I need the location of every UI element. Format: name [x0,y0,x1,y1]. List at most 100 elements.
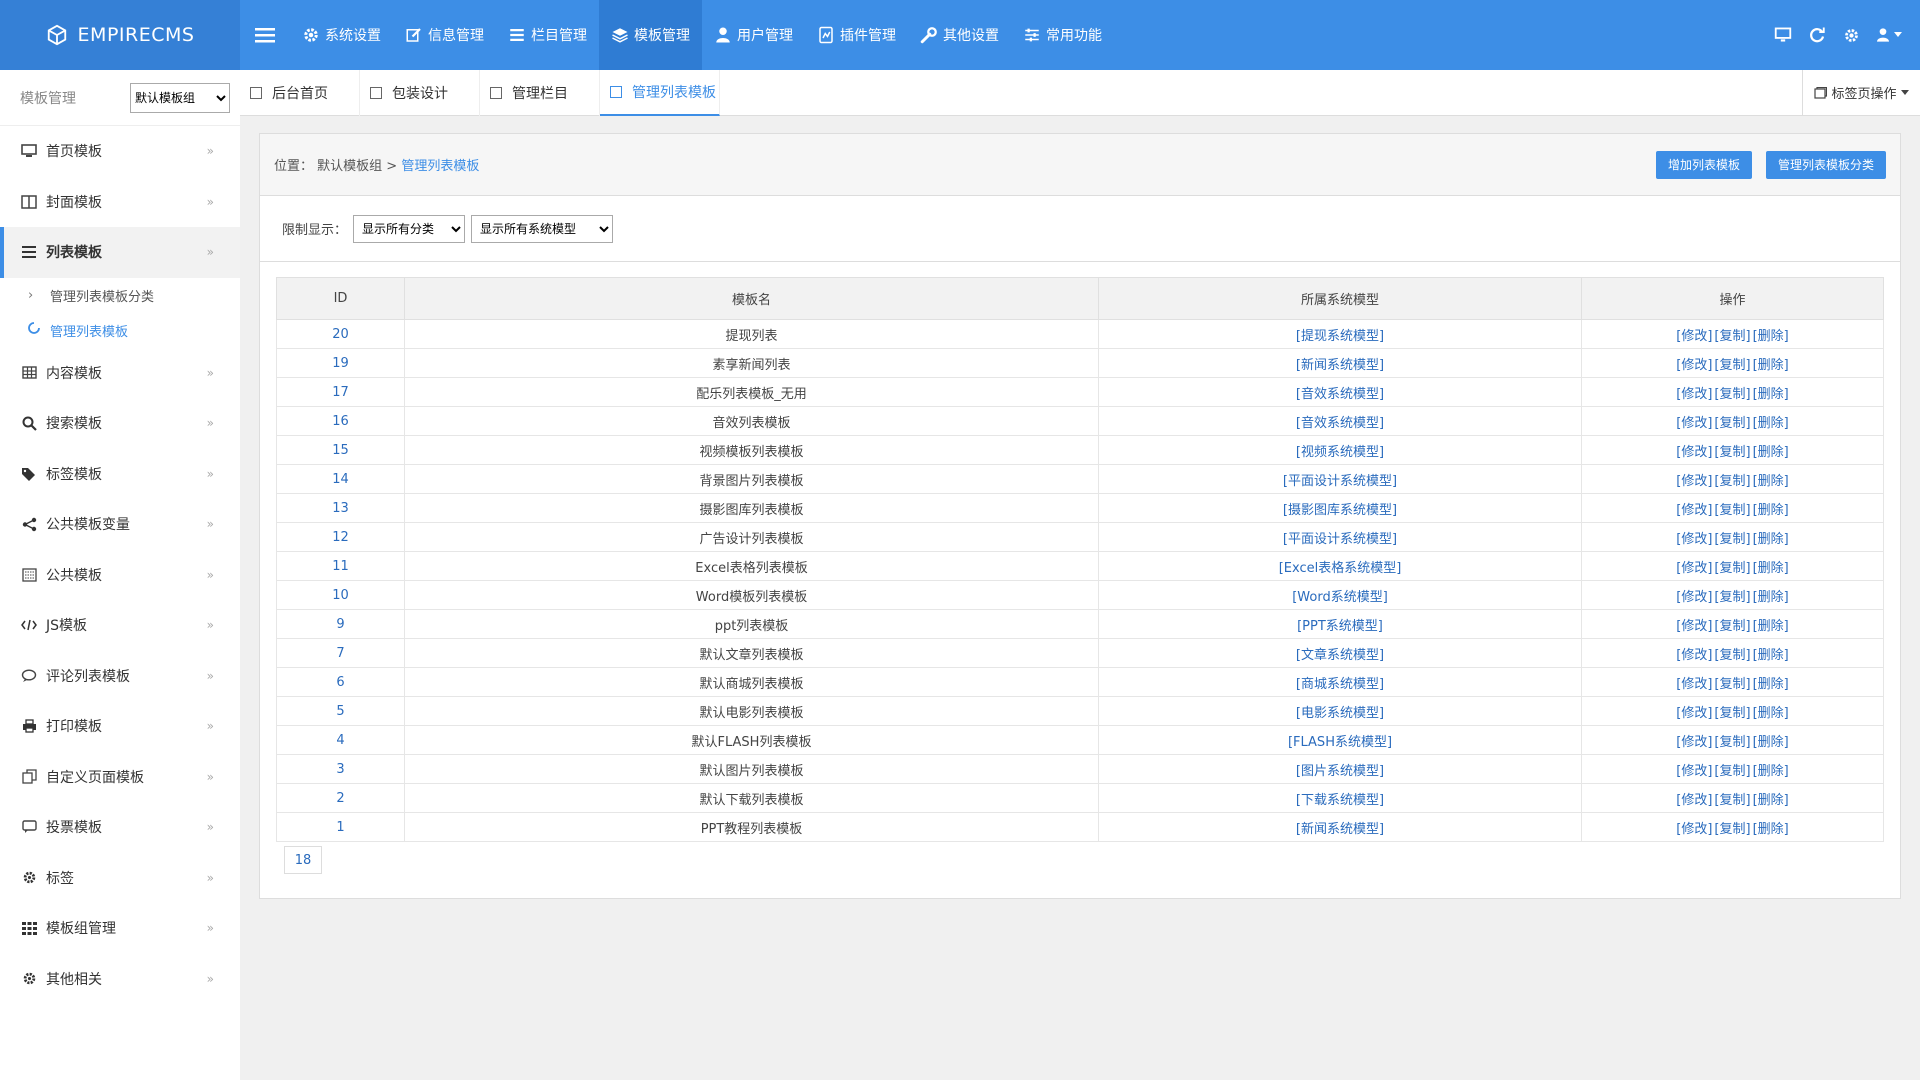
row-id[interactable]: 5 [276,696,405,726]
row-system-model[interactable]: [Word系统模型] [1098,580,1582,610]
row-system-model[interactable]: [视频系统模型] [1098,435,1582,465]
row-id[interactable]: 11 [276,551,405,581]
row-id[interactable]: 14 [276,464,405,494]
sidebar-item-public-template[interactable]: 公共模板» [0,550,240,601]
total-count[interactable]: 18 [284,846,322,874]
row-id[interactable]: 1 [276,812,405,842]
sidebar-item-search-template[interactable]: 搜索模板» [0,398,240,449]
copy-link[interactable]: [复制] [1714,764,1750,779]
sidebar-item-public-vars[interactable]: 公共模板变量» [0,499,240,550]
row-system-model[interactable]: [Excel表格系统模型] [1098,551,1582,581]
row-id[interactable]: 7 [276,638,405,668]
sidebar-item-list-template[interactable]: 列表模板» [0,227,240,278]
delete-link[interactable]: [删除] [1753,474,1789,489]
row-system-model[interactable]: [音效系统模型] [1098,406,1582,436]
row-id[interactable]: 17 [276,377,405,407]
delete-link[interactable]: [删除] [1753,706,1789,721]
model-filter-select[interactable]: 显示所有系统模型 [471,214,614,243]
copy-link[interactable]: [复制] [1714,387,1750,402]
sidebar-item-vote-template[interactable]: 投票模板» [0,802,240,853]
sidebar-item-content-template[interactable]: 内容模板» [0,348,240,399]
edit-link[interactable]: [修改] [1676,822,1712,837]
delete-link[interactable]: [删除] [1753,561,1789,576]
edit-link[interactable]: [修改] [1676,474,1712,489]
monitor-button[interactable] [1766,0,1800,70]
delete-link[interactable]: [删除] [1753,358,1789,373]
nav-other-settings[interactable]: 其他设置 [908,0,1011,70]
row-id[interactable]: 15 [276,435,405,465]
row-id[interactable]: 10 [276,580,405,610]
copy-link[interactable]: [复制] [1714,445,1750,460]
edit-link[interactable]: [修改] [1676,793,1712,808]
copy-link[interactable]: [复制] [1714,706,1750,721]
row-id[interactable]: 3 [276,754,405,784]
copy-link[interactable]: [复制] [1714,474,1750,489]
tab-manage-list-templates[interactable]: 管理列表模板 [600,70,720,116]
user-menu-button[interactable] [1868,0,1908,70]
row-id[interactable]: 13 [276,493,405,523]
copy-link[interactable]: [复制] [1714,793,1750,808]
edit-link[interactable]: [修改] [1676,590,1712,605]
row-system-model[interactable]: [下载系统模型] [1098,783,1582,813]
copy-link[interactable]: [复制] [1714,648,1750,663]
delete-link[interactable]: [删除] [1753,590,1789,605]
row-system-model[interactable]: [FLASH系统模型] [1098,725,1582,755]
logo[interactable]: EMPIRECMS [0,0,240,70]
row-system-model[interactable]: [平面设计系统模型] [1098,464,1582,494]
sidebar-item-print-template[interactable]: 打印模板» [0,701,240,752]
edit-link[interactable]: [修改] [1676,706,1712,721]
tab-dashboard[interactable]: 后台首页 [240,70,360,116]
delete-link[interactable]: [删除] [1753,445,1789,460]
edit-link[interactable]: [修改] [1676,677,1712,692]
edit-link[interactable]: [修改] [1676,561,1712,576]
nav-column-manage[interactable]: 栏目管理 [496,0,599,70]
sidebar-item-comment-template[interactable]: 评论列表模板» [0,651,240,702]
nav-template-manage[interactable]: 模板管理 [599,0,702,70]
row-id[interactable]: 20 [276,319,405,349]
manage-list-template-category-button[interactable]: 管理列表模板分类 [1765,150,1886,179]
delete-link[interactable]: [删除] [1753,735,1789,750]
nav-plugin-manage[interactable]: 插件管理 [805,0,908,70]
copy-link[interactable]: [复制] [1714,590,1750,605]
copy-link[interactable]: [复制] [1714,822,1750,837]
sidebar-item-home-template[interactable]: 首页模板» [0,126,240,177]
sidebar-item-other[interactable]: 其他相关» [0,954,240,1005]
copy-link[interactable]: [复制] [1714,532,1750,547]
row-system-model[interactable]: [商城系统模型] [1098,667,1582,697]
edit-link[interactable]: [修改] [1676,648,1712,663]
row-system-model[interactable]: [音效系统模型] [1098,377,1582,407]
delete-link[interactable]: [删除] [1753,764,1789,779]
edit-link[interactable]: [修改] [1676,619,1712,634]
breadcrumb-current[interactable]: 管理列表模板 [401,159,479,174]
settings-button[interactable] [1834,0,1868,70]
copy-link[interactable]: [复制] [1714,561,1750,576]
row-system-model[interactable]: [图片系统模型] [1098,754,1582,784]
template-group-select[interactable]: 默认模板组 [130,82,230,113]
sidebar-item-custom-page-template[interactable]: 自定义页面模板» [0,752,240,803]
nav-info-manage[interactable]: 信息管理 [393,0,496,70]
sidebar-item-template-group[interactable]: 模板组管理» [0,903,240,954]
copy-link[interactable]: [复制] [1714,677,1750,692]
row-id[interactable]: 19 [276,348,405,378]
sidebar-subitem-list-category[interactable]: › 管理列表模板分类 [0,278,240,313]
row-id[interactable]: 6 [276,667,405,697]
copy-link[interactable]: [复制] [1714,358,1750,373]
row-id[interactable]: 4 [276,725,405,755]
copy-link[interactable]: [复制] [1714,735,1750,750]
edit-link[interactable]: [修改] [1676,416,1712,431]
edit-link[interactable]: [修改] [1676,503,1712,518]
row-system-model[interactable]: [文章系统模型] [1098,638,1582,668]
delete-link[interactable]: [删除] [1753,677,1789,692]
delete-link[interactable]: [删除] [1753,329,1789,344]
delete-link[interactable]: [删除] [1753,503,1789,518]
copy-link[interactable]: [复制] [1714,416,1750,431]
edit-link[interactable]: [修改] [1676,445,1712,460]
row-id[interactable]: 16 [276,406,405,436]
tab-manage-columns[interactable]: 管理栏目 [480,70,600,116]
sidebar-subitem-list-manage[interactable]: 管理列表模板 [0,313,240,348]
class-filter-select[interactable]: 显示所有分类 [353,214,466,243]
tab-operations-dropdown[interactable]: 标签页操作 [1802,70,1920,115]
delete-link[interactable]: [删除] [1753,532,1789,547]
sidebar-item-tags[interactable]: 标签» [0,853,240,904]
row-system-model[interactable]: [新闻系统模型] [1098,348,1582,378]
